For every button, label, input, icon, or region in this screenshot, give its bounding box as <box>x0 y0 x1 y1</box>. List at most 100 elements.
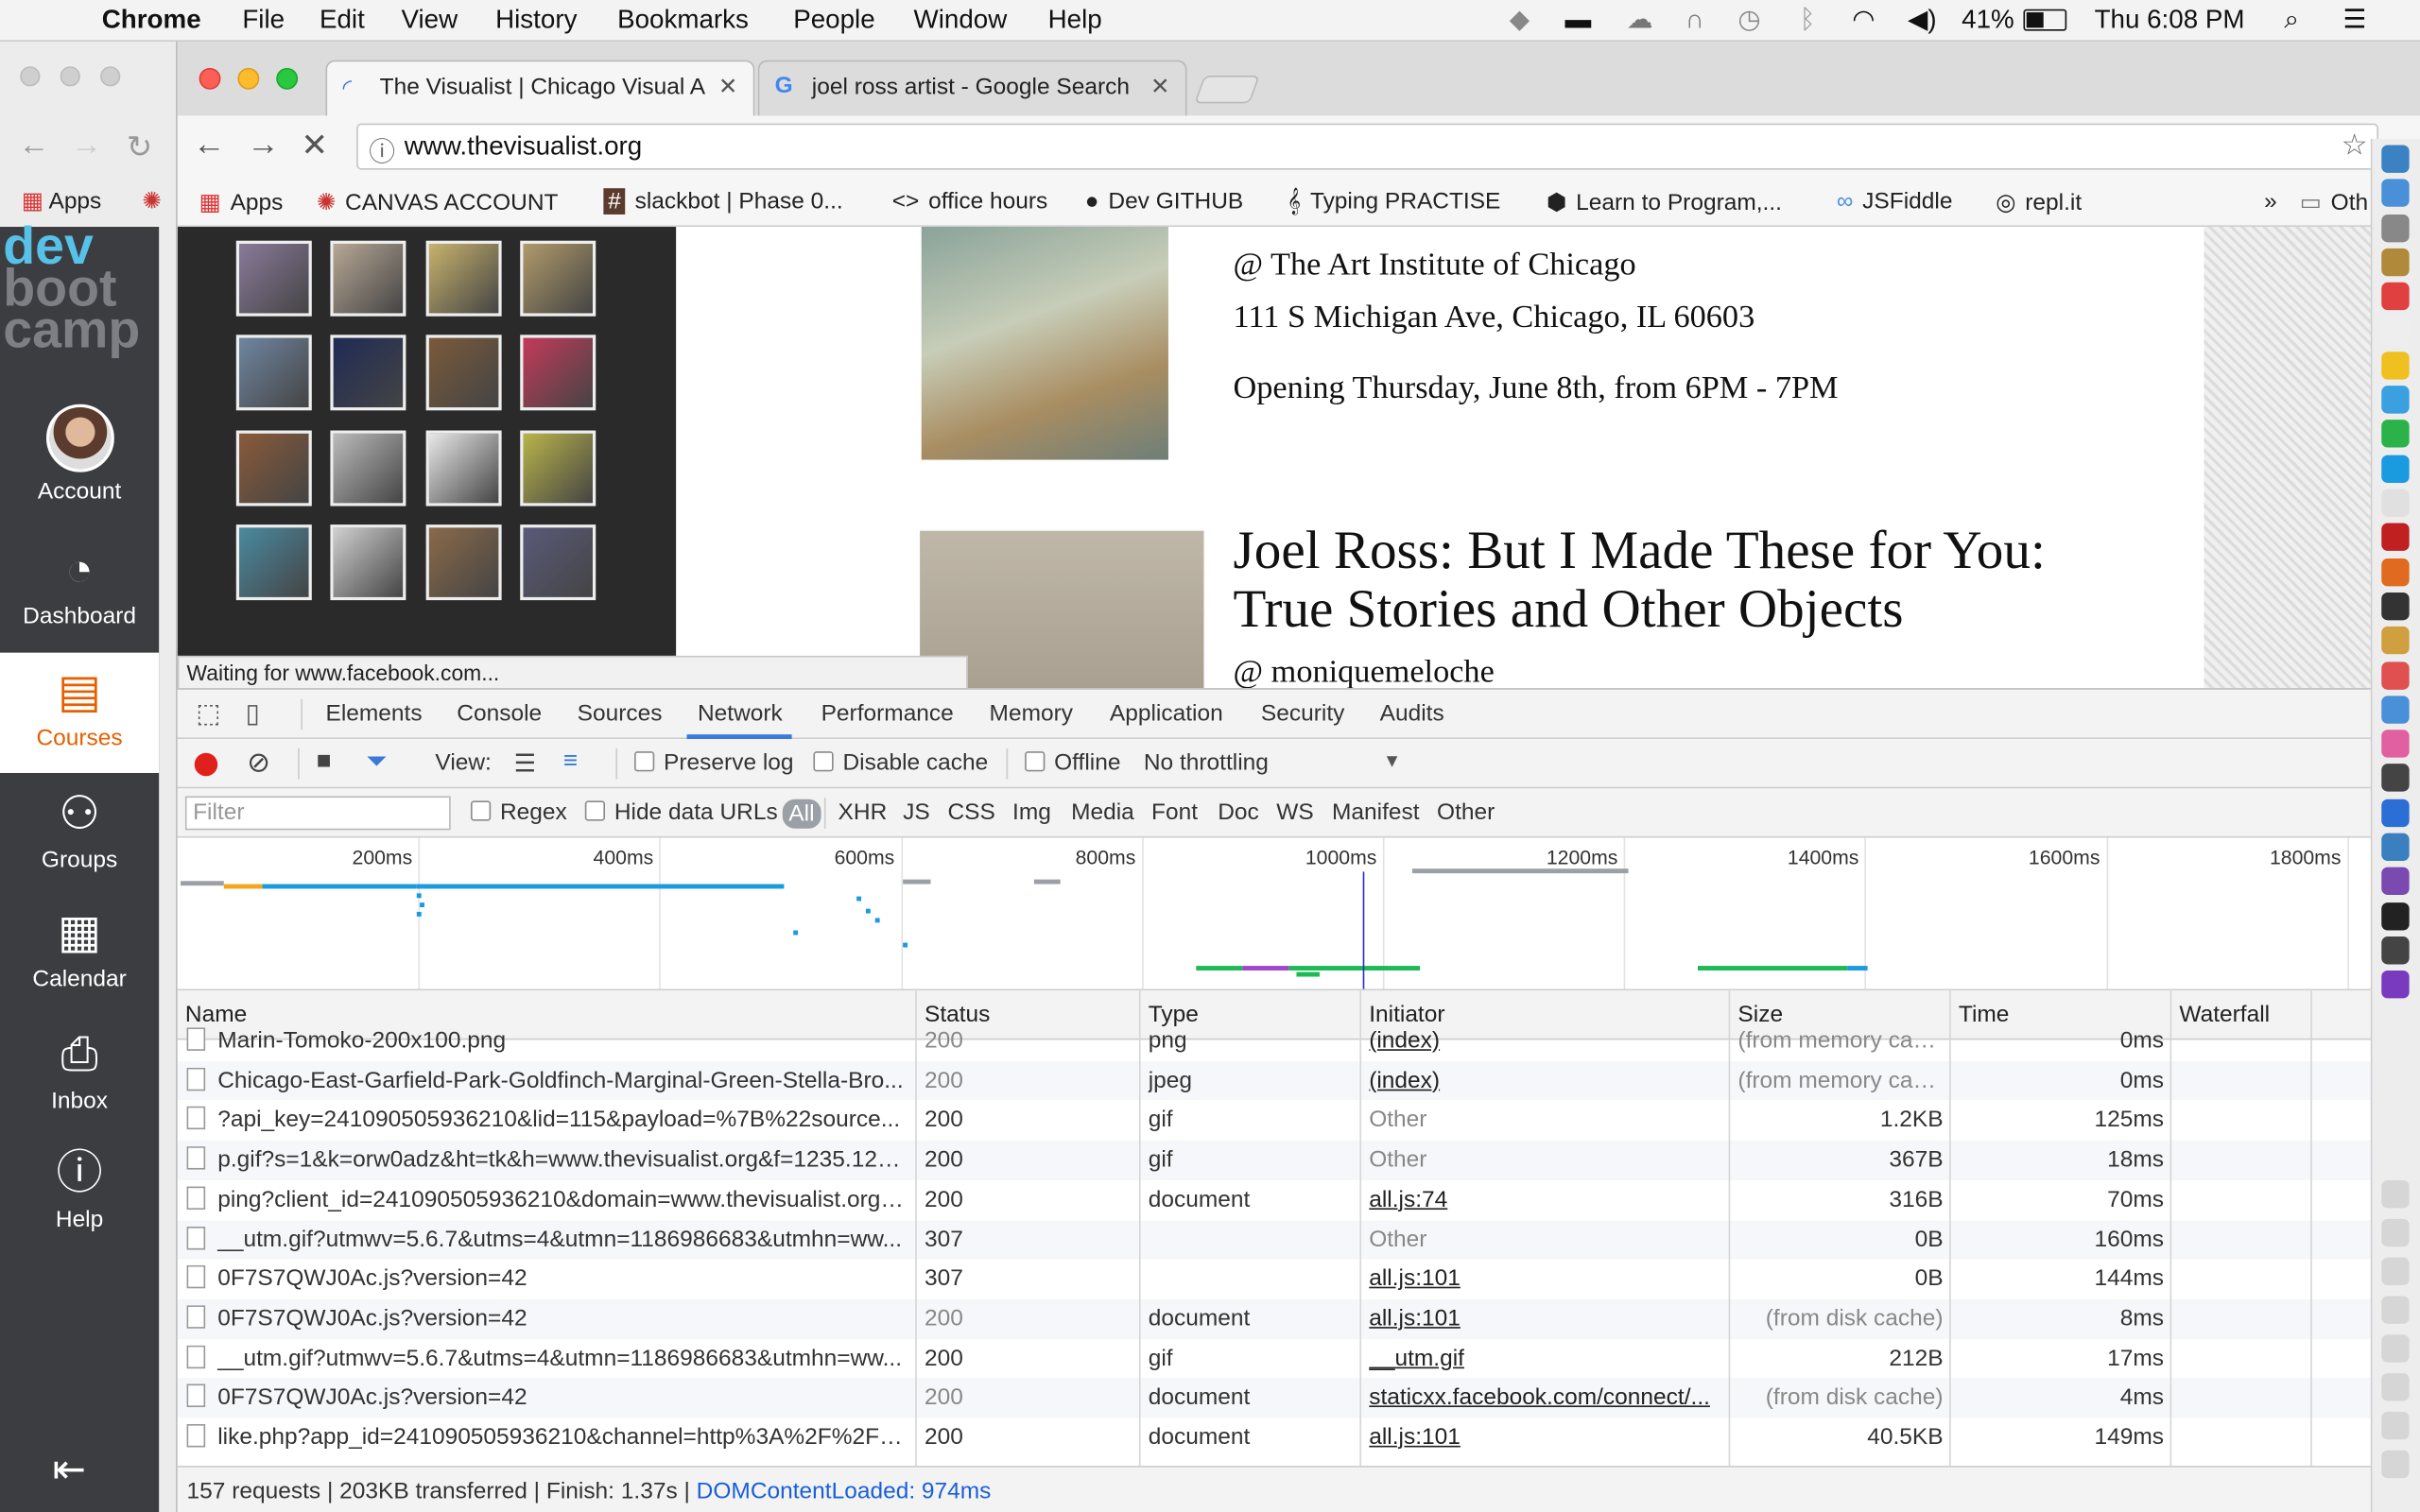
capture-screenshots-icon[interactable]: ■ <box>317 748 332 776</box>
bookmark-replit[interactable]: ◎ repl.it <box>1996 188 2082 216</box>
dock-app-icon[interactable] <box>2381 696 2410 724</box>
table-row[interactable]: ping?client_id=241090505936210&domain=ww… <box>178 1180 2373 1220</box>
canvas-icon[interactable]: ✺ <box>142 187 162 215</box>
volume-icon[interactable]: ◀) <box>1908 5 1937 36</box>
event-image-hiroshige[interactable] <box>921 227 1168 460</box>
devtools-tab-application[interactable]: Application <box>1110 700 1223 727</box>
menu-history[interactable]: History <box>495 5 577 36</box>
filter-funnel-icon[interactable]: ⏷ <box>366 747 387 778</box>
forward-icon[interactable]: → <box>247 127 279 163</box>
dock-app-icon[interactable] <box>2381 902 2410 930</box>
table-row[interactable]: __utm.gif?utmwv=5.6.7&utms=4&utmn=118698… <box>177 1219 2373 1260</box>
hide-data-urls-checkbox[interactable]: Hide data URLs <box>584 799 778 825</box>
clear-icon[interactable]: ⊘ <box>247 747 270 779</box>
dropbox-icon[interactable]: ◆ <box>1510 5 1530 36</box>
back-window-reload-icon[interactable]: ↻ <box>127 129 152 167</box>
devbootcamp-logo[interactable]: dev boot camp <box>3 220 140 356</box>
dock-app-icon[interactable] <box>2381 868 2410 896</box>
event2-title-line1[interactable]: Joel Ross: But I Made These for You: <box>1234 520 2046 581</box>
back-window-back-icon[interactable]: ← <box>19 129 50 164</box>
record-button[interactable] <box>194 752 218 777</box>
menu-window[interactable]: Window <box>914 5 1008 36</box>
dock-app-icon[interactable] <box>2381 351 2410 380</box>
dock-app-icon[interactable] <box>2381 489 2410 517</box>
tab-close-icon[interactable]: ✕ <box>718 73 738 100</box>
artwork-thumbnail[interactable] <box>520 335 596 411</box>
nav-calendar[interactable]: ▦ Calendar <box>0 907 159 992</box>
artwork-thumbnail[interactable] <box>330 430 406 507</box>
cloud-icon[interactable]: ☁ <box>1627 5 1653 36</box>
artwork-thumbnail[interactable] <box>235 335 312 411</box>
dock-app-icon[interactable] <box>2381 386 2410 414</box>
table-row[interactable]: Chicago-East-Garfield-Park-Goldfinch-Mar… <box>177 1060 2373 1101</box>
dock-app-icon[interactable] <box>2381 833 2410 862</box>
regex-checkbox[interactable]: Regex <box>470 799 567 825</box>
dock-app-icon[interactable] <box>2381 592 2410 621</box>
filter-type-css[interactable]: CSS <box>947 799 994 826</box>
dock-app-icon[interactable] <box>2381 179 2410 208</box>
bookmark-jsfiddle[interactable]: ∞ JSFiddle <box>1837 188 1953 215</box>
dock-app-icon[interactable] <box>2381 248 2410 277</box>
notification-center-icon[interactable]: ☰ <box>2342 5 2366 36</box>
artwork-thumbnail[interactable] <box>235 430 312 507</box>
filter-type-manifest[interactable]: Manifest <box>1332 799 1420 826</box>
new-tab-button[interactable] <box>1194 76 1260 104</box>
devtools-tab-memory[interactable]: Memory <box>990 700 1073 727</box>
artwork-thumbnail[interactable] <box>520 240 596 317</box>
headphones-icon[interactable]: ∩ <box>1685 5 1704 36</box>
filter-type-media[interactable]: Media <box>1071 799 1134 826</box>
artwork-thumbnail[interactable] <box>330 524 406 601</box>
bookmark-slackbot[interactable]: # slackbot | Phase 0... <box>603 188 843 215</box>
back-window-minimize[interactable] <box>60 66 80 87</box>
table-row[interactable]: 0F7S7QWJ0Ac.js?version=42 307 all.js:101 0B… <box>178 1260 2373 1299</box>
nav-courses[interactable]: ▤ Courses <box>0 652 160 773</box>
devtools-tab-network[interactable]: Network <box>698 700 783 727</box>
menu-help[interactable]: Help <box>1048 5 1102 36</box>
menu-view[interactable]: View <box>402 5 458 36</box>
nav-account[interactable]: Account <box>0 404 159 505</box>
filter-type-font[interactable]: Font <box>1151 799 1198 826</box>
stop-icon[interactable]: ✕ <box>301 127 328 165</box>
filter-input[interactable]: Filter <box>184 796 451 831</box>
dock-app-icon[interactable] <box>2381 145 2410 173</box>
device-toolbar-icon[interactable]: ▯ <box>246 699 260 730</box>
artwork-thumbnail[interactable] <box>425 430 502 507</box>
back-window-forward-icon[interactable]: → <box>71 129 102 164</box>
table-row[interactable]: 0F7S7QWJ0Ac.js?version=42 200 document all.… <box>177 1298 2373 1339</box>
dock-document-icon[interactable] <box>2381 1450 2410 1479</box>
dock-app-icon[interactable] <box>2381 764 2410 793</box>
devtools-tab-performance[interactable]: Performance <box>821 700 954 727</box>
dock-app-icon[interactable] <box>2381 214 2410 242</box>
table-row[interactable]: __utm.gif?utmwv=5.6.7&utms=4&utmn=118698… <box>178 1339 2373 1379</box>
info-icon[interactable]: ⓘ <box>369 129 395 168</box>
filter-type-xhr[interactable]: XHR <box>838 799 888 826</box>
dock-app-icon[interactable] <box>2381 799 2410 827</box>
nav-help[interactable]: ⓘ Help <box>0 1148 159 1233</box>
filter-type-doc[interactable]: Doc <box>1218 799 1259 826</box>
menu-people[interactable]: People <box>793 5 874 36</box>
bookmark-learn-to-program[interactable]: ⬢ Learn to Program,... <box>1547 188 1782 216</box>
bluetooth-icon[interactable]: ᛒ <box>1800 5 1816 36</box>
bookmark-star-icon[interactable]: ☆ <box>2342 129 2368 164</box>
bookmark-other[interactable]: ▭ Oth <box>2300 188 2368 216</box>
collapse-nav-icon[interactable]: ⇤ <box>53 1446 87 1494</box>
artwork-thumbnail[interactable] <box>235 524 312 601</box>
devtools-tab-console[interactable]: Console <box>457 700 542 727</box>
dock-app-icon[interactable] <box>2381 971 2410 999</box>
battery-icon[interactable] <box>2023 9 2067 31</box>
artwork-thumbnail[interactable] <box>235 240 312 317</box>
menu-clock[interactable]: Thu 6:08 PM <box>2095 5 2245 36</box>
back-window-apps-bookmark[interactable]: ▦ Apps <box>22 187 101 215</box>
large-rows-icon[interactable]: ☰ <box>514 748 536 780</box>
dock-document-icon[interactable] <box>2381 1218 2410 1247</box>
tab-close-icon[interactable]: ✕ <box>1150 73 1170 100</box>
disable-cache-checkbox[interactable]: Disable cache <box>813 749 988 776</box>
dock-app-icon[interactable] <box>2381 730 2410 758</box>
back-icon[interactable]: ← <box>193 127 225 163</box>
display-icon[interactable]: ▬ <box>1565 5 1592 36</box>
dock-app-icon[interactable] <box>2381 523 2410 552</box>
filter-type-other[interactable]: Other <box>1437 799 1495 826</box>
bookmark-typing-practise[interactable]: 𝄞 Typing PRACTISE <box>1288 188 1501 215</box>
dock-app-icon[interactable] <box>2381 420 2410 449</box>
dock-document-icon[interactable] <box>2381 1334 2410 1363</box>
